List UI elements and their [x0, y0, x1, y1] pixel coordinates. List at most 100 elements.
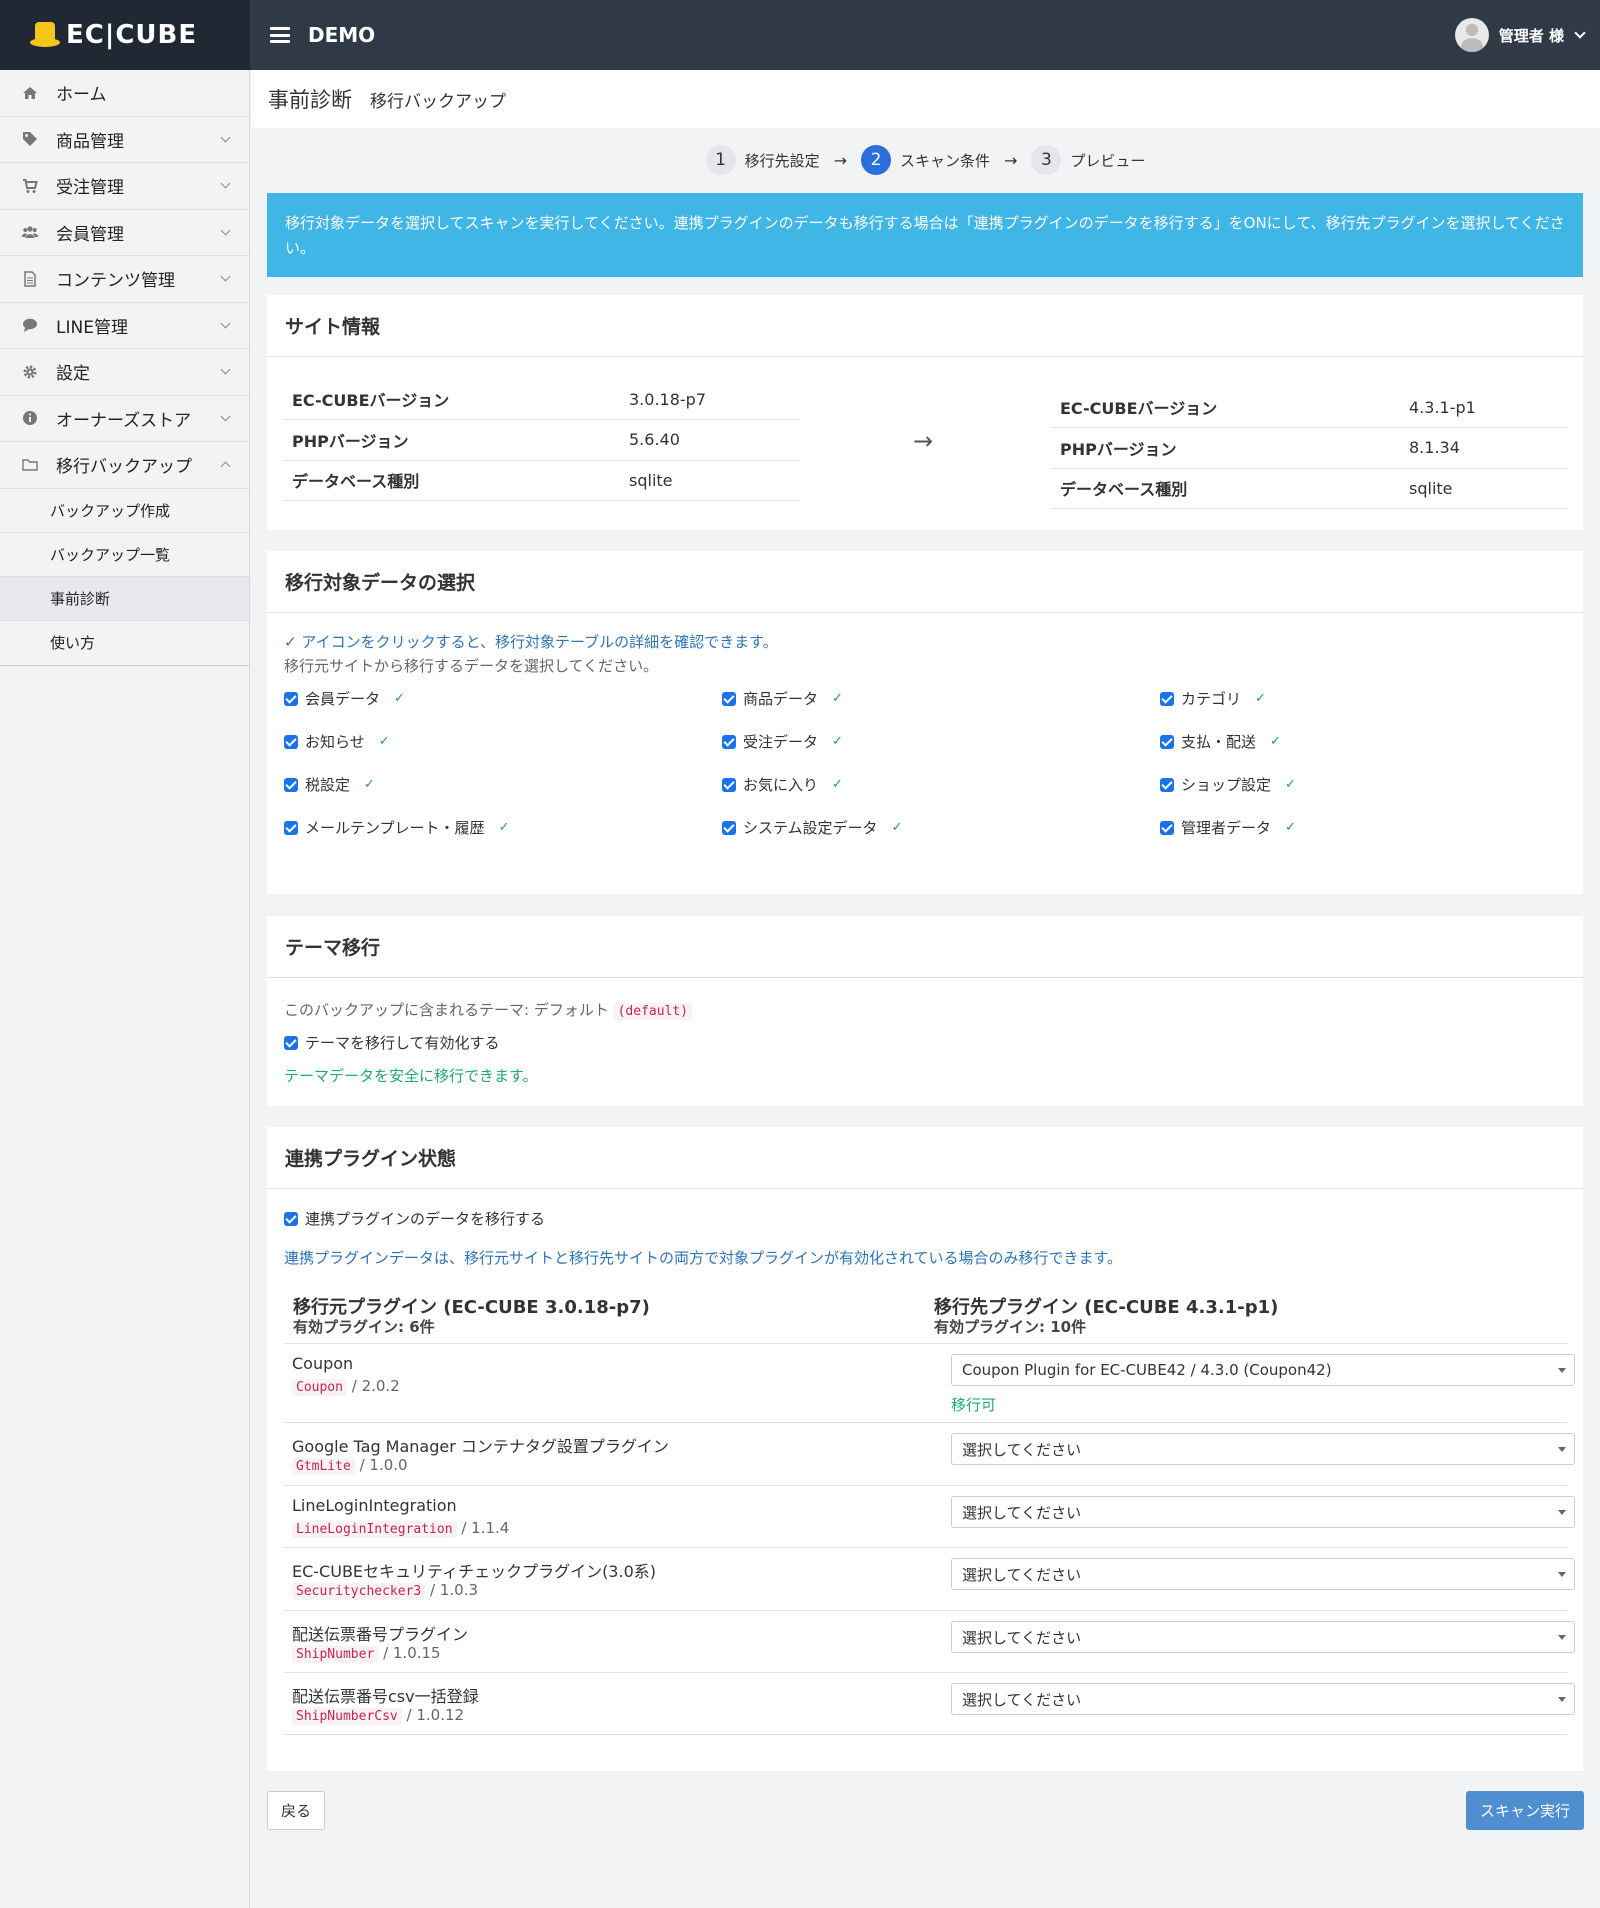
checkbox-shop-setting[interactable]: ショップ設定 ✓ [1160, 774, 1296, 795]
check-icon[interactable]: ✓ [394, 691, 405, 706]
check-icon[interactable]: ✓ [1270, 734, 1281, 749]
checkbox-payment-delivery[interactable]: 支払・配送 ✓ [1160, 731, 1281, 752]
check-icon[interactable]: ✓ [1285, 777, 1296, 792]
checkbox-label: 会員データ [305, 690, 381, 708]
checkbox-label: 税設定 [305, 776, 351, 794]
plugin-code: Securitychecker3 [292, 1583, 426, 1600]
plugin-name: Google Tag Manager コンテナタグ設置プラグイン [292, 1437, 669, 1456]
plugin-name: 配送伝票番号csv一括登録 [292, 1687, 479, 1706]
sidebar-subitem-pre-diagnosis[interactable]: 事前診断 [0, 576, 249, 621]
sidebar-item-members[interactable]: 会員管理 [0, 210, 249, 256]
check-icon[interactable]: ✓ [892, 820, 903, 835]
checkbox-theme-migrate[interactable]: テーマを移行して有効化する [284, 1032, 500, 1053]
table-row: EC-CUBEバージョン 3.0.18-p7 [284, 379, 799, 420]
sidebar-item-line[interactable]: LINE管理 [0, 303, 249, 349]
target-plugin-select[interactable]: 選択してください [951, 1558, 1575, 1590]
checkbox-label: 連携プラグインのデータを移行する [305, 1210, 546, 1228]
checkbox-tax-setting[interactable]: 税設定 ✓ [284, 774, 375, 795]
sidebar-subitem-backup-list[interactable]: バックアップ一覧 [0, 532, 249, 577]
checkbox-admin-data[interactable]: 管理者データ ✓ [1160, 817, 1296, 838]
plugin-name: 配送伝票番号プラグイン [292, 1625, 469, 1644]
checkbox[interactable] [284, 777, 298, 792]
checkbox[interactable] [722, 820, 736, 835]
checkbox-category[interactable]: カテゴリ ✓ [1160, 688, 1266, 709]
checkbox-news[interactable]: お知らせ ✓ [284, 731, 390, 752]
card-title: 移行対象データの選択 [267, 551, 1583, 613]
check-icon[interactable]: ✓ [364, 777, 375, 792]
checkbox[interactable] [284, 1211, 298, 1226]
sidebar-item-contents[interactable]: コンテンツ管理 [0, 256, 249, 303]
home-icon [23, 86, 37, 99]
checkbox-favorites[interactable]: お気に入り ✓ [722, 774, 843, 795]
sidebar-item-orders[interactable]: 受注管理 [0, 163, 249, 210]
target-plugin-select[interactable]: 選択してください [951, 1496, 1575, 1528]
sidebar-item-label: オーナーズストア [56, 410, 192, 431]
target-plugin-select[interactable]: 選択してください [951, 1621, 1575, 1653]
users-icon [22, 226, 38, 239]
checkbox[interactable] [1160, 777, 1174, 792]
table-row: Google Tag Manager コンテナタグ設置プラグイン GtmLite… [284, 1422, 1575, 1485]
menu-toggle-icon[interactable] [270, 27, 290, 43]
scan-execute-button[interactable]: スキャン実行 [1466, 1791, 1584, 1830]
checkbox[interactable] [1160, 691, 1174, 706]
checkbox-label: テーマを移行して有効化する [305, 1034, 500, 1052]
checkbox-label: 受注データ [743, 733, 819, 751]
logo[interactable]: EC|CUBE [0, 0, 250, 70]
checkbox-order-data[interactable]: 受注データ ✓ [722, 731, 843, 752]
check-icon[interactable]: ✓ [832, 777, 843, 792]
table-row: EC-CUBEセキュリティチェックプラグイン(3.0系) Securityche… [284, 1547, 1575, 1610]
step-label: 移行先設定 [744, 151, 820, 170]
checkbox[interactable] [284, 734, 298, 749]
checkbox[interactable] [1160, 734, 1174, 749]
checkbox[interactable] [284, 1035, 298, 1050]
check-icon[interactable]: ✓ [1255, 691, 1266, 706]
sidebar-subitem-backup-create[interactable]: バックアップ作成 [0, 488, 249, 533]
checkbox-product-data[interactable]: 商品データ ✓ [722, 688, 843, 709]
checkbox[interactable] [1160, 820, 1174, 835]
checkbox-label: 支払・配送 [1181, 733, 1257, 751]
check-icon[interactable]: ✓ [379, 734, 390, 749]
user-menu[interactable]: 管理者 様 [1454, 18, 1586, 52]
avatar [1454, 18, 1489, 52]
target-plugin-select[interactable]: 選択してください [951, 1433, 1575, 1465]
checkbox[interactable] [722, 734, 736, 749]
sidebar-item-owners-store[interactable]: オーナーズストア [0, 396, 249, 442]
caret-down-icon [1558, 1368, 1566, 1373]
check-icon[interactable]: ✓ [832, 691, 843, 706]
sidebar-item-label: 設定 [56, 364, 90, 385]
check-icon[interactable]: ✓ [832, 734, 843, 749]
target-plugin-count: 有効プラグイン: 10件 [934, 1318, 1087, 1336]
check-icon[interactable]: ✓ [1285, 820, 1296, 835]
checkbox[interactable] [284, 691, 298, 706]
sidebar-subitem-usage[interactable]: 使い方 [0, 620, 249, 665]
chevron-down-icon [220, 318, 231, 329]
table-row: データベース種別 sqlite [284, 460, 799, 501]
arrow-right-icon: → [833, 150, 847, 170]
cart-icon [23, 178, 38, 193]
checkbox-mail-template[interactable]: メールテンプレート・履歴 ✓ [284, 817, 509, 838]
caret-down-icon [1558, 1635, 1566, 1640]
target-plugin-select[interactable]: Coupon Plugin for EC-CUBE42 / 4.3.0 (Cou… [951, 1354, 1575, 1386]
info-value: 5.6.40 [621, 419, 799, 461]
sidebar-item-settings[interactable]: 設定 [0, 349, 249, 396]
step-indicator: 1 移行先設定 → 2 スキャン条件 → 3 プレビュー [251, 145, 1600, 175]
checkbox-member-data[interactable]: 会員データ ✓ [284, 688, 405, 709]
select-value: 選択してください [962, 1440, 1082, 1459]
shop-name[interactable]: DEMO [308, 23, 375, 47]
sidebar-item-products[interactable]: 商品管理 [0, 117, 249, 163]
checkbox-system-setting[interactable]: システム設定データ ✓ [722, 817, 902, 838]
target-plugin-select[interactable]: 選択してください [951, 1683, 1575, 1715]
checkbox-label: お知らせ [305, 733, 365, 751]
sidebar-item-migration-backup[interactable]: 移行バックアップ [0, 442, 249, 489]
table-row: EC-CUBEバージョン 4.3.1-p1 [1052, 387, 1567, 428]
checkbox[interactable] [722, 691, 736, 706]
back-button[interactable]: 戻る [267, 1791, 325, 1830]
checkbox[interactable] [284, 820, 298, 835]
check-icon[interactable]: ✓ [499, 820, 510, 835]
plugin-version: / 1.1.4 [461, 1519, 510, 1537]
checkbox-plugin-migrate[interactable]: 連携プラグインのデータを移行する [284, 1208, 545, 1229]
sidebar-item-home[interactable]: ホーム [0, 70, 249, 117]
sidebar-item-label: 受注管理 [56, 178, 124, 199]
data-selection-card: 移行対象データの選択 ✓ アイコンをクリックすると、移行対象テーブルの詳細を確認… [267, 551, 1583, 894]
checkbox[interactable] [722, 777, 736, 792]
